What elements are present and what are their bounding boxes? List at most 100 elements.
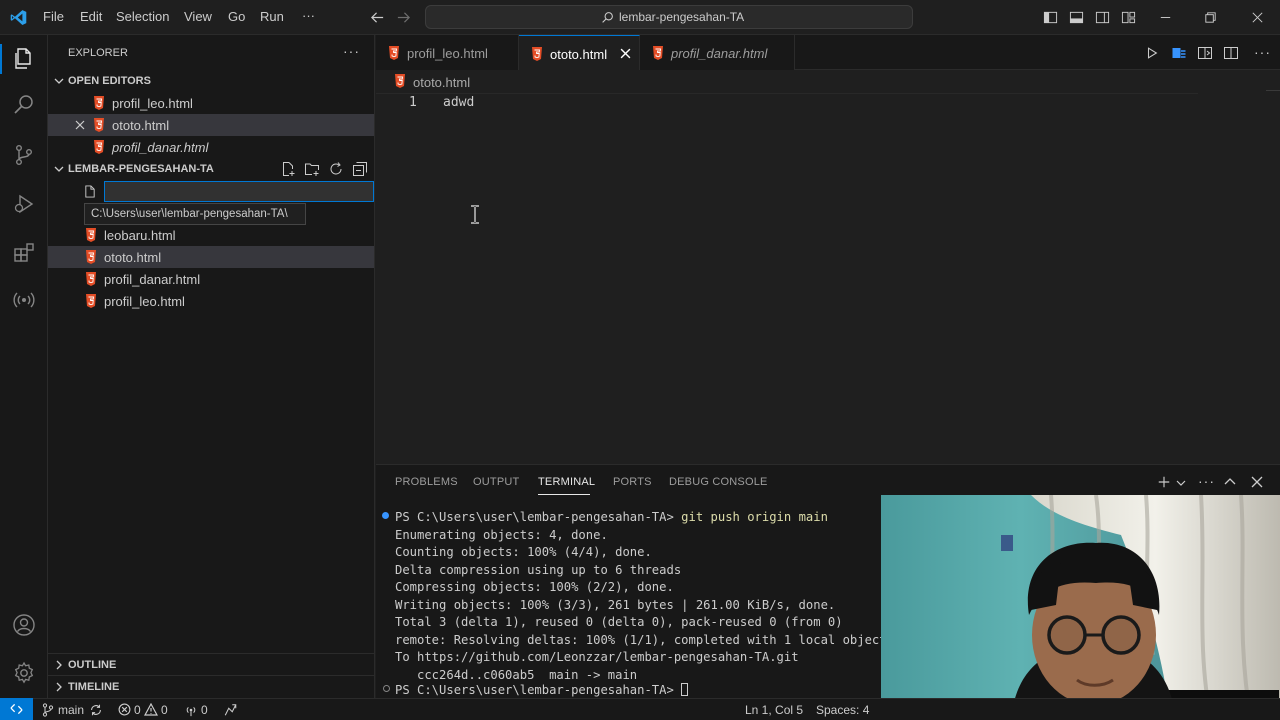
tab-profil-danar[interactable]: profil_danar.html	[640, 35, 795, 70]
ports-antenna-icon	[186, 706, 196, 717]
editor-tabs: profil_leo.html ototo.html profil_danar.…	[376, 35, 1280, 70]
menu-go[interactable]: Go	[228, 9, 245, 24]
toggle-secondary-sidebar-icon[interactable]	[1095, 10, 1110, 25]
tab-terminal[interactable]: TERMINAL	[538, 476, 595, 488]
file-tree-item[interactable]: leobaru.html	[48, 224, 374, 246]
warning-count[interactable]: 0	[161, 703, 168, 717]
forward-arrow-icon[interactable]	[396, 10, 411, 25]
run-debug-icon[interactable]	[12, 192, 36, 216]
path-tooltip: C:\Users\user\lembar-pengesahan-TA\	[84, 203, 306, 225]
webcam-overlay	[881, 495, 1280, 720]
back-arrow-icon[interactable]	[370, 10, 385, 25]
command-status-dot	[382, 512, 389, 519]
run-play-icon[interactable]	[1145, 46, 1159, 60]
settings-gear-icon[interactable]	[12, 661, 36, 685]
file-icon	[85, 185, 95, 198]
error-count[interactable]: 0	[134, 703, 141, 717]
tab-profil-leo[interactable]: profil_leo.html	[376, 35, 519, 70]
new-terminal-plus-icon[interactable]	[1157, 475, 1171, 489]
prompt-status-circle	[383, 685, 390, 692]
tab-ototo-active[interactable]: ototo.html	[519, 35, 640, 70]
indentation-spaces[interactable]: Spaces: 4	[816, 703, 869, 717]
html-file-icon	[395, 74, 405, 88]
new-folder-icon[interactable]	[304, 161, 320, 177]
terminal-output-line: Writing objects: 100% (3/3), 261 bytes |…	[395, 597, 836, 612]
collapse-all-icon[interactable]	[352, 161, 368, 177]
explorer-more-actions[interactable]: ···	[343, 43, 360, 59]
close-panel-icon[interactable]	[1251, 476, 1263, 488]
restore-window-icon[interactable]	[1203, 10, 1218, 25]
source-control-icon[interactable]	[12, 143, 36, 167]
editor-more-actions[interactable]: ···	[1254, 44, 1271, 60]
menu-run[interactable]: Run	[260, 9, 284, 24]
tab-ports[interactable]: PORTS	[613, 476, 652, 488]
search-icon[interactable]	[12, 93, 36, 117]
toggle-primary-sidebar-icon[interactable]	[1043, 10, 1058, 25]
panel-more-actions[interactable]: ···	[1198, 473, 1215, 489]
tab-label: ototo.html	[550, 47, 608, 62]
sync-icon[interactable]	[89, 703, 103, 717]
menu-more[interactable]: ···	[302, 8, 315, 23]
outline-header[interactable]: OUTLINE	[48, 653, 374, 675]
extensions-icon[interactable]	[12, 241, 36, 265]
active-indicator	[0, 44, 2, 74]
git-branch-name[interactable]: main	[58, 703, 84, 717]
open-editor-item-active[interactable]: ototo.html	[48, 114, 374, 136]
close-icon[interactable]	[75, 120, 85, 130]
file-tree-item-selected[interactable]: ototo.html	[48, 246, 374, 268]
folder-header[interactable]: LEMBAR-PENGESAHAN-TA	[48, 158, 374, 180]
timeline-header[interactable]: TIMELINE	[48, 675, 374, 697]
customize-layout-icon[interactable]	[1121, 10, 1136, 25]
go-live-icon[interactable]	[1171, 45, 1187, 61]
chevron-right-icon	[56, 682, 62, 692]
activity-bar	[0, 35, 48, 698]
cursor-position[interactable]: Ln 1, Col 5	[745, 703, 803, 717]
file-tree-item[interactable]: profil_danar.html	[48, 268, 374, 290]
refresh-icon[interactable]	[328, 161, 344, 177]
chevron-right-icon	[56, 660, 62, 670]
command-center-search[interactable]: lembar-pengesahan-TA	[425, 5, 913, 29]
explorer-files-icon[interactable]	[12, 47, 36, 71]
open-editor-item[interactable]: profil_leo.html	[48, 92, 374, 114]
terminal-command: git push origin main	[681, 510, 828, 524]
remote-indicator[interactable]	[0, 698, 33, 720]
html-file-icon	[94, 140, 104, 154]
tab-problems[interactable]: PROBLEMS	[395, 476, 458, 488]
minimize-window-icon[interactable]	[1158, 10, 1173, 25]
tab-label: profil_leo.html	[407, 46, 488, 61]
tab-output[interactable]: OUTPUT	[473, 476, 519, 488]
menu-selection[interactable]: Selection	[116, 9, 169, 24]
terminal-prompt: PS C:\Users\user\lembar-pengesahan-TA>	[395, 683, 674, 697]
accounts-icon[interactable]	[12, 613, 36, 637]
line-number: 1	[409, 95, 417, 110]
menu-edit[interactable]: Edit	[80, 9, 102, 24]
open-preview-icon[interactable]	[1197, 45, 1213, 61]
open-editors-header[interactable]: OPEN EDITORS	[48, 70, 374, 92]
new-file-name-input[interactable]	[104, 181, 374, 202]
menu-file[interactable]: File	[43, 9, 64, 24]
code-line-text[interactable]: adwd	[443, 95, 474, 110]
breadcrumb[interactable]: ototo.html	[413, 75, 470, 90]
editor-area[interactable]: ototo.html 1 adwd	[376, 70, 1280, 464]
vscode-logo-icon	[10, 10, 27, 25]
close-window-icon[interactable]	[1250, 10, 1265, 25]
toggle-panel-icon[interactable]	[1069, 10, 1084, 25]
terminal-command-line: PS C:\Users\user\lembar-pengesahan-TA> g…	[395, 510, 828, 524]
new-file-icon[interactable]	[280, 161, 296, 177]
terminal-prompt-line[interactable]: PS C:\Users\user\lembar-pengesahan-TA>	[395, 683, 689, 697]
html-file-icon	[653, 46, 663, 60]
open-editor-item[interactable]: profil_danar.html	[48, 136, 374, 158]
tab-label: profil_danar.html	[671, 46, 768, 61]
chevron-down-icon[interactable]	[1176, 478, 1186, 488]
menu-view[interactable]: View	[184, 9, 212, 24]
maximize-panel-chevron-up-icon[interactable]	[1224, 476, 1236, 488]
remote-explorer-icon[interactable]	[12, 288, 36, 312]
chevron-down-icon	[54, 166, 64, 172]
ports-count[interactable]: 0	[201, 703, 208, 717]
tab-debug-console[interactable]: DEBUG CONSOLE	[669, 476, 768, 488]
remote-icon	[10, 703, 23, 715]
split-editor-icon[interactable]	[1223, 45, 1239, 61]
file-tree-item[interactable]: profil_leo.html	[48, 290, 374, 312]
close-tab-icon[interactable]	[620, 48, 631, 59]
live-share-icon[interactable]	[223, 703, 238, 717]
